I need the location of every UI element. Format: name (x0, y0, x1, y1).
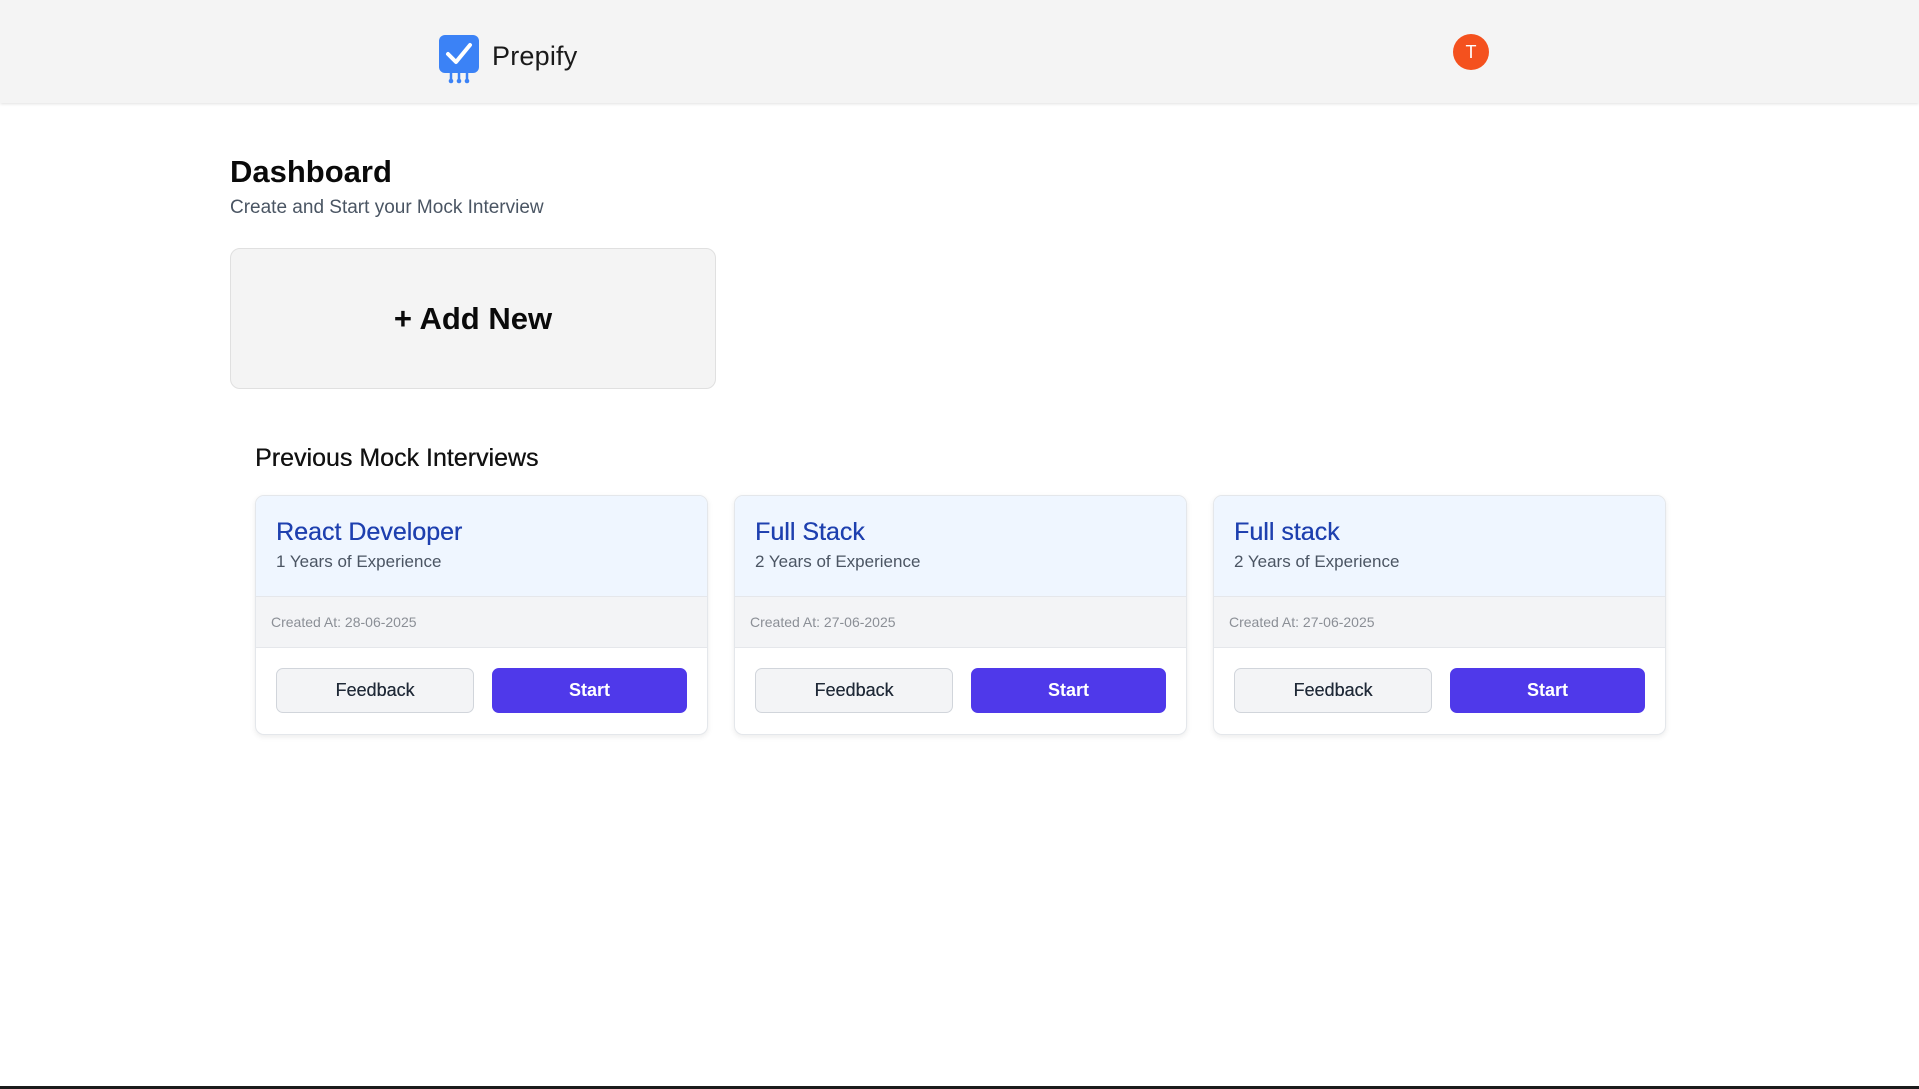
feedback-button[interactable]: Feedback (1234, 668, 1432, 713)
start-button[interactable]: Start (1450, 668, 1645, 713)
interview-card-header: React Developer 1 Years of Experience (256, 496, 707, 597)
interview-card: Full stack 2 Years of Experience Created… (1213, 495, 1666, 735)
interview-card-header: Full stack 2 Years of Experience (1214, 496, 1665, 597)
interview-created-at: Created At: 27-06-2025 (1214, 597, 1665, 648)
interview-role: Full Stack (755, 518, 865, 546)
top-navbar: Prepify T (0, 0, 1919, 103)
interview-card-actions: Feedback Start (1234, 668, 1645, 713)
add-new-label: + Add New (393, 300, 553, 336)
interview-card-actions: Feedback Start (755, 668, 1166, 713)
start-button[interactable]: Start (971, 668, 1166, 713)
interview-card: React Developer 1 Years of Experience Cr… (255, 495, 708, 735)
interview-card-header: Full Stack 2 Years of Experience (735, 496, 1186, 597)
checkbox-robot-icon (439, 35, 479, 84)
interview-experience: 2 Years of Experience (755, 552, 921, 571)
previous-interviews-heading: Previous Mock Interviews (255, 444, 539, 472)
avatar-initial: T (1465, 41, 1477, 62)
interview-card: Full Stack 2 Years of Experience Created… (734, 495, 1187, 735)
interview-created-at: Created At: 28-06-2025 (256, 597, 707, 648)
app-name: Prepify (492, 40, 578, 71)
interview-card-list: React Developer 1 Years of Experience Cr… (255, 495, 1666, 735)
add-new-interview-card[interactable]: + Add New (230, 248, 716, 389)
page-subtitle: Create and Start your Mock Interview (230, 197, 544, 218)
interview-created-at: Created At: 27-06-2025 (735, 597, 1186, 648)
interview-role: Full stack (1234, 518, 1340, 546)
interview-card-actions: Feedback Start (276, 668, 687, 713)
page-title: Dashboard (230, 154, 392, 189)
brand-logo-link[interactable]: Prepify (438, 34, 577, 84)
interview-role: React Developer (276, 518, 463, 546)
interview-experience: 2 Years of Experience (1234, 552, 1400, 571)
interview-experience: 1 Years of Experience (276, 552, 442, 571)
feedback-button[interactable]: Feedback (755, 668, 953, 713)
feedback-button[interactable]: Feedback (276, 668, 474, 713)
user-avatar-button[interactable]: T (1453, 34, 1489, 70)
start-button[interactable]: Start (492, 668, 687, 713)
